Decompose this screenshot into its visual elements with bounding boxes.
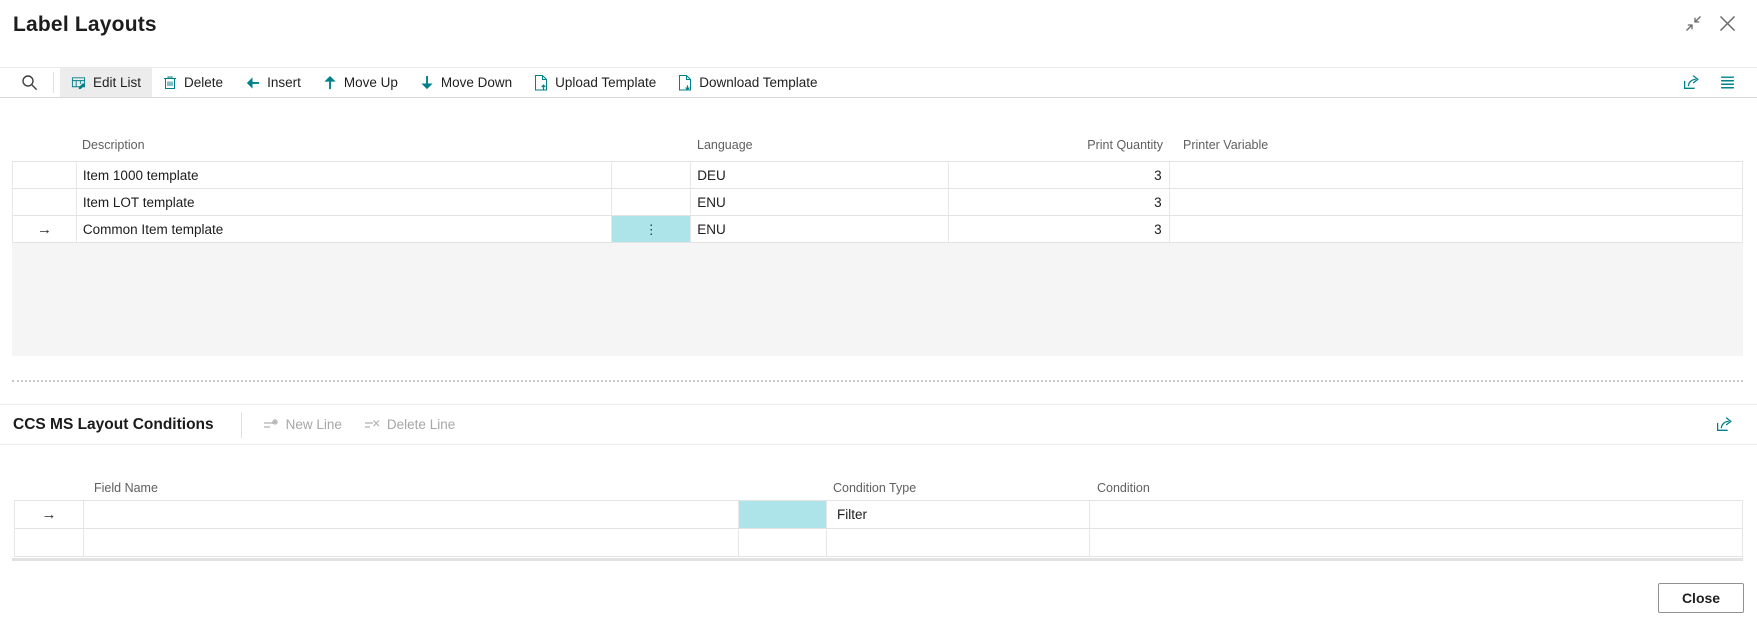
language-cell[interactable]: ENU [691,216,949,242]
description-cell[interactable]: Item LOT template [77,189,612,215]
print-quantity-cell[interactable]: 3 [949,189,1170,215]
printer-variable-cell[interactable] [1170,216,1742,242]
row-selector-cell[interactable] [13,189,77,215]
new-line-icon [263,418,279,432]
table-row[interactable] [15,529,1742,557]
label-layouts-table: Item 1000 template DEU 3 Item LOT templa… [12,161,1743,243]
arrow-left-icon [245,76,260,90]
page-upload-icon [534,75,548,91]
empty-rows-area [12,243,1743,356]
row-selector-cell[interactable]: → [13,216,77,242]
column-header-condition-type[interactable]: Condition Type [833,478,916,498]
insert-label: Insert [267,75,301,90]
new-line-button[interactable]: New Line [252,417,353,432]
share-icon[interactable] [1682,74,1701,91]
list-view-icon[interactable] [1719,75,1736,90]
row-selector-cell[interactable] [15,529,84,556]
cell-menu-cell-active[interactable]: ⋮ [612,216,691,242]
selected-row-arrow: → [37,221,52,238]
active-edit-cell[interactable] [739,501,827,528]
delete-line-label: Delete Line [387,417,455,432]
conditions-section-header: CCS MS Layout Conditions New Line Delete… [0,404,1757,445]
row-selector-cell[interactable] [13,162,77,188]
search-icon[interactable] [12,68,47,97]
language-cell[interactable]: ENU [691,189,949,215]
column-header-condition[interactable]: Condition [1097,478,1150,498]
section-title: CCS MS Layout Conditions [13,416,214,434]
description-cell[interactable]: Common Item template [77,216,612,242]
upload-template-label: Upload Template [555,75,656,90]
print-quantity-cell[interactable]: 3 [949,216,1170,242]
delete-button[interactable]: Delete [152,68,234,97]
field-name-cell[interactable] [84,501,739,528]
titlebar: Label Layouts [0,0,1757,67]
close-button[interactable]: Close [1658,583,1744,613]
column-header-print-quantity[interactable]: Print Quantity [949,133,1163,157]
trash-icon [163,75,177,90]
vertical-ellipsis-icon[interactable]: ⋮ [645,223,658,236]
upload-template-button[interactable]: Upload Template [523,68,667,97]
column-header-printer-variable[interactable]: Printer Variable [1183,133,1268,157]
page-title: Label Layouts [13,13,157,37]
move-down-button[interactable]: Move Down [409,68,523,97]
table-row[interactable]: Item LOT template ENU 3 [13,189,1742,216]
new-line-label: New Line [286,417,342,432]
download-template-label: Download Template [699,75,817,90]
condition-cell[interactable] [1090,529,1742,556]
part-bottom-border [12,558,1743,561]
arrow-up-icon [323,75,337,90]
share-icon[interactable] [1715,416,1757,433]
page-download-icon [678,75,692,91]
print-quantity-cell[interactable]: 3 [949,162,1170,188]
edit-list-icon [71,75,86,90]
language-cell[interactable]: DEU [691,162,949,188]
move-up-label: Move Up [344,75,398,90]
window-controls [1685,14,1737,33]
condition-type-cell[interactable] [827,529,1090,556]
layout-conditions-table: → Filter [14,500,1743,557]
label-layouts-window: Label Layouts Edit List Delete [0,0,1757,625]
table-row[interactable]: Item 1000 template DEU 3 [13,162,1742,189]
description-cell[interactable]: Item 1000 template [77,162,612,188]
table-row-selected[interactable]: → Common Item template ⋮ ENU 3 [13,216,1742,243]
condition-type-cell[interactable]: Filter [827,501,1090,528]
delete-line-icon [364,418,380,432]
delete-label: Delete [184,75,223,90]
column-header-language[interactable]: Language [697,133,753,157]
edit-list-label: Edit List [93,75,141,90]
insert-button[interactable]: Insert [234,68,312,97]
arrow-down-icon [420,75,434,90]
toolbar-right-icons [1682,68,1757,97]
printer-variable-cell[interactable] [1170,189,1742,215]
action-toolbar: Edit List Delete Insert Move Up Move Dow [0,67,1757,98]
field-name-cell[interactable] [84,529,739,556]
cell-menu-cell[interactable] [612,162,691,188]
section-divider [241,412,242,438]
column-header-field-name[interactable]: Field Name [94,478,158,498]
edit-list-button[interactable]: Edit List [60,68,152,97]
collapse-icon[interactable] [1685,15,1702,32]
download-template-button[interactable]: Download Template [667,68,828,97]
row-selector-cell[interactable]: → [15,501,84,528]
column-header-description[interactable]: Description [82,133,145,157]
selected-row-arrow: → [41,506,56,523]
printer-variable-cell[interactable] [1170,162,1742,188]
edit-cell[interactable] [739,529,827,556]
close-icon[interactable] [1718,14,1737,33]
delete-line-button[interactable]: Delete Line [353,417,466,432]
condition-cell[interactable] [1090,501,1742,528]
table-row-selected[interactable]: → Filter [15,501,1742,529]
dotted-divider [12,380,1743,382]
toolbar-divider [53,72,54,93]
move-up-button[interactable]: Move Up [312,68,409,97]
move-down-label: Move Down [441,75,512,90]
cell-menu-cell[interactable] [612,189,691,215]
